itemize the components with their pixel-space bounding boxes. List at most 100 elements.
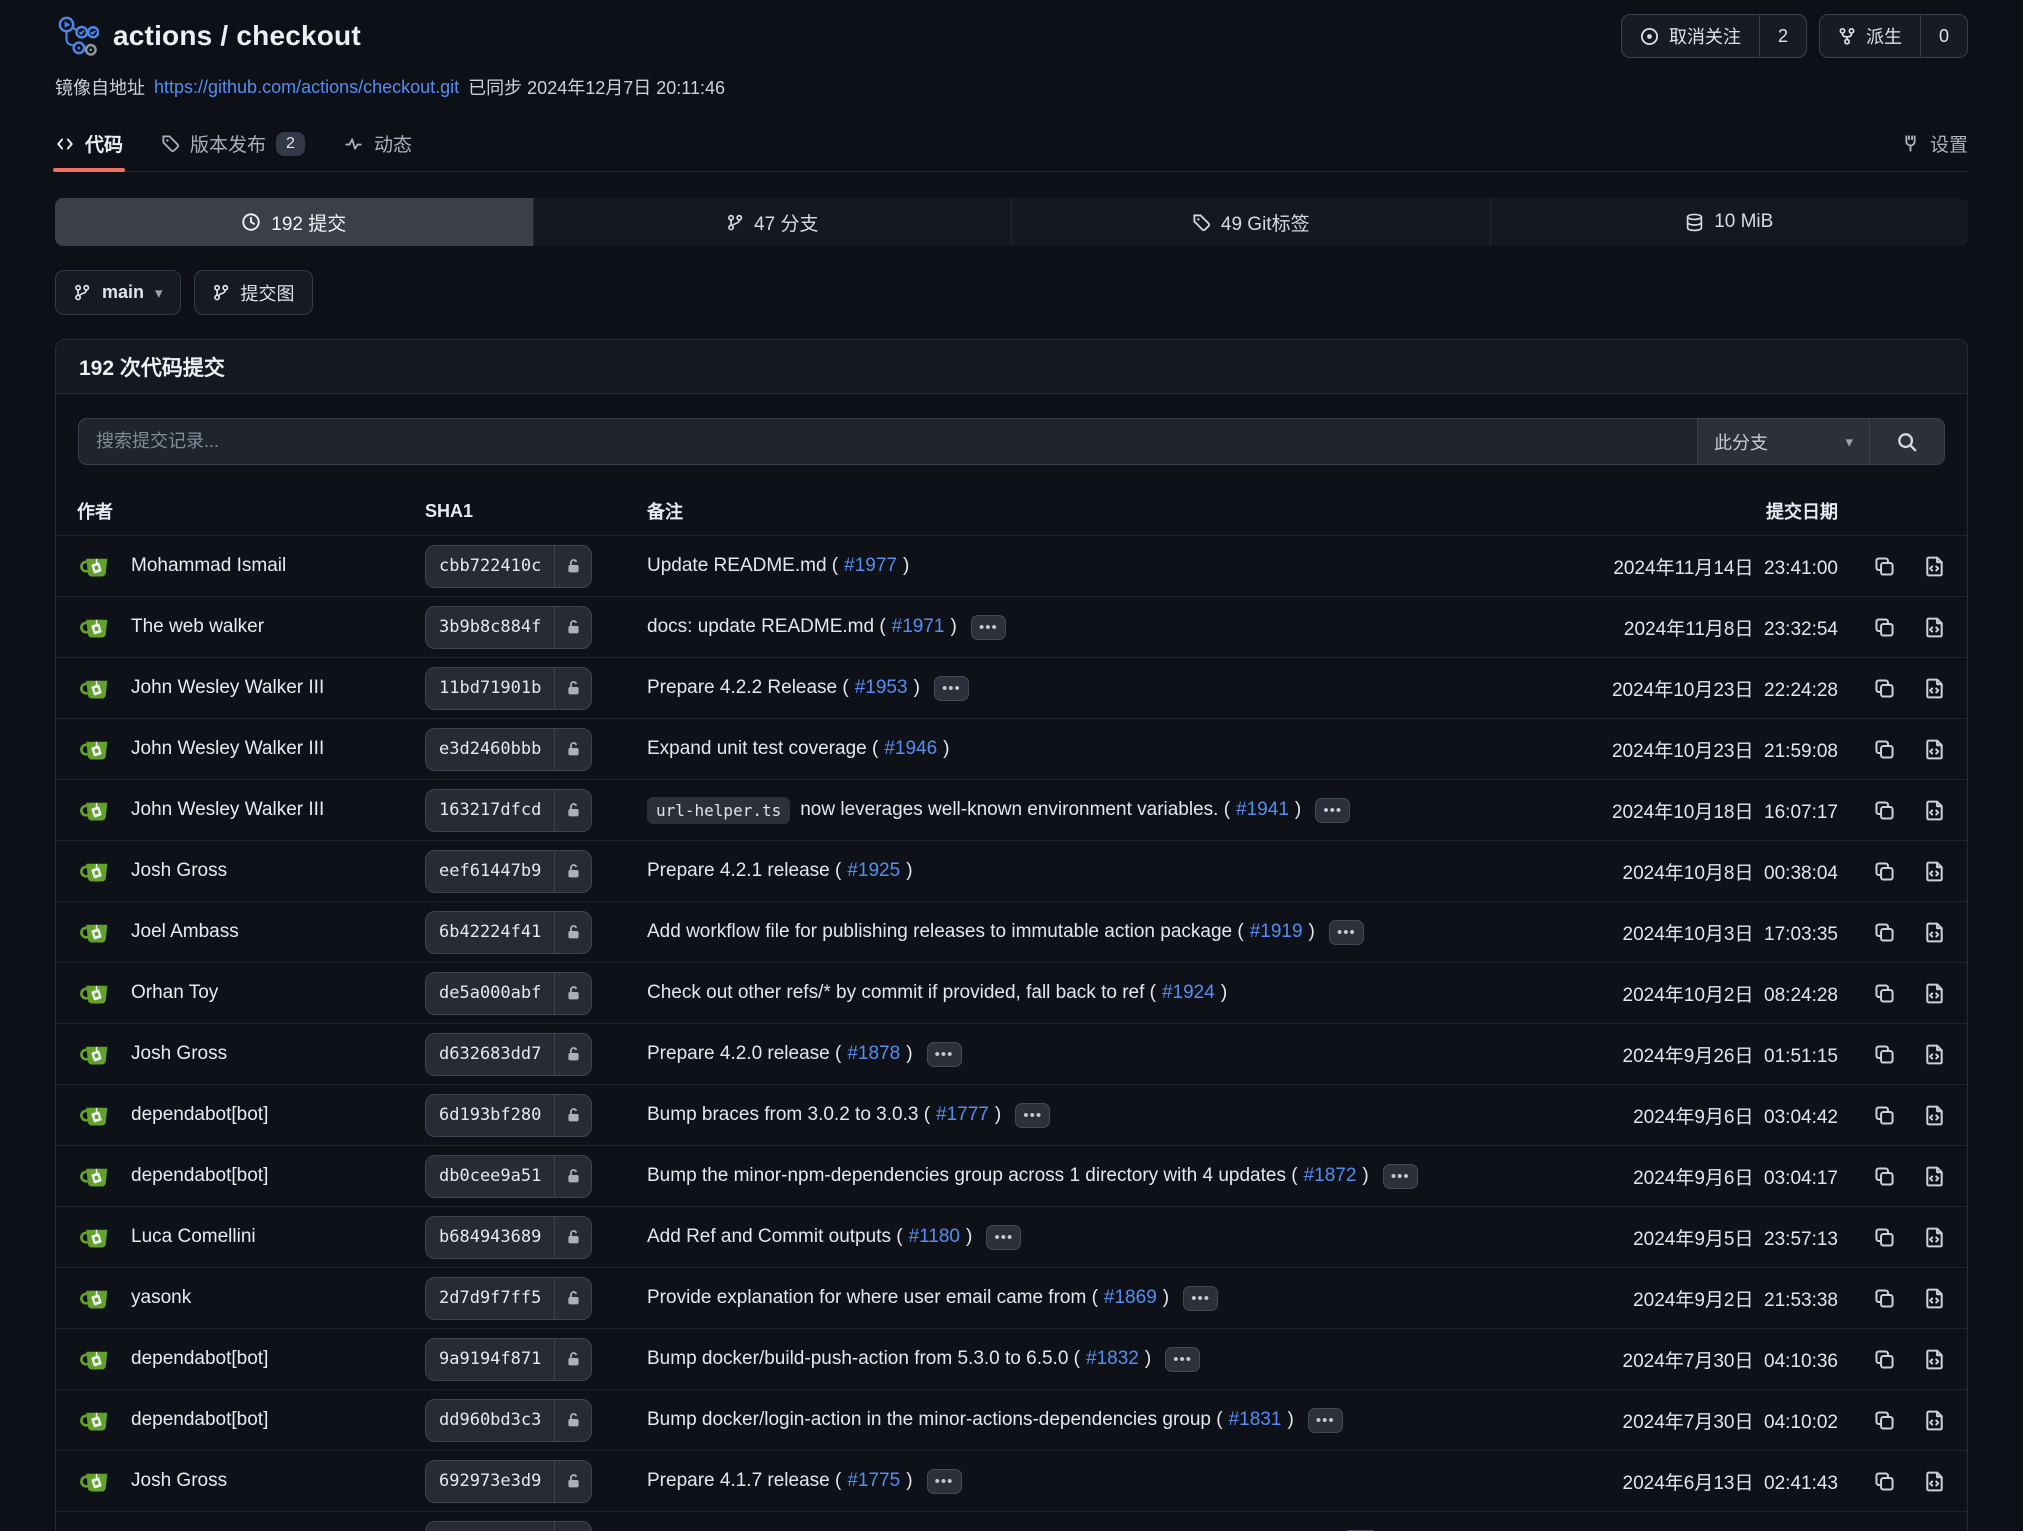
- commit-author-name[interactable]: John Wesley Walker III: [131, 677, 324, 699]
- commit-author-name[interactable]: dependabot[bot]: [131, 1348, 268, 1370]
- commit-sha-button[interactable]: cbb722410c: [425, 545, 592, 588]
- avatar[interactable]: [77, 914, 114, 951]
- commit-issue-link[interactable]: #1946: [884, 738, 937, 760]
- page-title[interactable]: actions / checkout: [113, 20, 361, 52]
- avatar[interactable]: [77, 853, 114, 890]
- copy-sha-icon[interactable]: [1873, 860, 1896, 883]
- commit-author-name[interactable]: Orhan Toy: [131, 982, 218, 1004]
- expand-message-button[interactable]: •••: [1308, 1408, 1343, 1433]
- expand-message-button[interactable]: •••: [1383, 1164, 1418, 1189]
- copy-sha-icon[interactable]: [1873, 1409, 1896, 1432]
- avatar[interactable]: [77, 1524, 114, 1531]
- commit-graph-button[interactable]: 提交图: [194, 270, 313, 315]
- commit-author-name[interactable]: Luca Comellini: [131, 1226, 256, 1248]
- browse-source-icon[interactable]: [1923, 738, 1946, 761]
- expand-message-button[interactable]: •••: [1183, 1286, 1218, 1311]
- expand-message-button[interactable]: •••: [971, 615, 1006, 640]
- branch-filter-dropdown[interactable]: 此分支 ▾: [1697, 418, 1869, 465]
- commit-issue-link[interactable]: #1878: [847, 1043, 900, 1065]
- stat-branches[interactable]: 47 分支: [534, 198, 1013, 246]
- avatar[interactable]: [77, 1402, 114, 1439]
- commit-author-name[interactable]: The web walker: [131, 616, 264, 638]
- commit-issue-link[interactable]: #1977: [844, 555, 897, 577]
- commit-author-name[interactable]: Josh Gross: [131, 860, 227, 882]
- browse-source-icon[interactable]: [1923, 1104, 1946, 1127]
- avatar[interactable]: [77, 792, 114, 829]
- browse-source-icon[interactable]: [1923, 799, 1946, 822]
- commit-author-name[interactable]: Mohammad Ismail: [131, 555, 286, 577]
- copy-sha-icon[interactable]: [1873, 616, 1896, 639]
- branch-selector[interactable]: main ▾: [55, 270, 181, 315]
- expand-message-button[interactable]: •••: [1315, 798, 1350, 823]
- browse-source-icon[interactable]: [1923, 1287, 1946, 1310]
- commit-sha-button[interactable]: 11bd71901b: [425, 667, 592, 710]
- avatar[interactable]: [77, 1158, 114, 1195]
- copy-sha-icon[interactable]: [1873, 1348, 1896, 1371]
- commit-issue-link[interactable]: #1831: [1229, 1409, 1282, 1431]
- commit-issue-link[interactable]: #1919: [1250, 921, 1303, 943]
- commit-sha-button[interactable]: de5a000abf: [425, 972, 592, 1015]
- tab-code[interactable]: 代码: [55, 116, 123, 171]
- commit-issue-link[interactable]: #1180: [909, 1226, 960, 1248]
- expand-message-button[interactable]: •••: [927, 1042, 962, 1067]
- commit-issue-link[interactable]: #1925: [847, 860, 900, 882]
- commit-author-name[interactable]: John Wesley Walker III: [131, 738, 324, 760]
- expand-message-button[interactable]: •••: [934, 676, 969, 701]
- commit-issue-link[interactable]: #1953: [855, 677, 908, 699]
- copy-sha-icon[interactable]: [1873, 677, 1896, 700]
- commit-author-name[interactable]: Josh Gross: [131, 1470, 227, 1492]
- avatar[interactable]: [77, 1280, 114, 1317]
- tab-activity[interactable]: 动态: [343, 116, 412, 171]
- avatar[interactable]: [77, 548, 114, 585]
- commit-sha-button[interactable]: 6d193bf280: [425, 1094, 592, 1137]
- expand-message-button[interactable]: •••: [927, 1469, 962, 1494]
- copy-sha-icon[interactable]: [1873, 799, 1896, 822]
- commit-issue-link[interactable]: #1941: [1236, 799, 1289, 821]
- browse-source-icon[interactable]: [1923, 616, 1946, 639]
- browse-source-icon[interactable]: [1923, 1409, 1946, 1432]
- copy-sha-icon[interactable]: [1873, 921, 1896, 944]
- stat-tags[interactable]: 49 Git标签: [1012, 198, 1491, 246]
- browse-source-icon[interactable]: [1923, 1226, 1946, 1249]
- commit-author-name[interactable]: Josh Gross: [131, 1043, 227, 1065]
- copy-sha-icon[interactable]: [1873, 738, 1896, 761]
- avatar[interactable]: [77, 1219, 114, 1256]
- commit-author-name[interactable]: yasonk: [131, 1287, 191, 1309]
- commit-sha-button[interactable]: 9a9194f871: [425, 1338, 592, 1381]
- watch-count[interactable]: 2: [1759, 15, 1806, 57]
- avatar[interactable]: [77, 1097, 114, 1134]
- copy-sha-icon[interactable]: [1873, 1470, 1896, 1493]
- commit-sha-button[interactable]: e3d2460bbb: [425, 728, 592, 771]
- commit-sha-button[interactable]: dd960bd3c3: [425, 1399, 592, 1442]
- copy-sha-icon[interactable]: [1873, 1165, 1896, 1188]
- avatar[interactable]: [77, 975, 114, 1012]
- commit-sha-button[interactable]: 3b9b8c884f: [425, 606, 592, 649]
- commit-sha-button[interactable]: 6b42224f41: [425, 911, 592, 954]
- stat-commits[interactable]: 192 提交: [55, 198, 534, 246]
- avatar[interactable]: [77, 670, 114, 707]
- commit-sha-button[interactable]: db0cee9a51: [425, 1155, 592, 1198]
- browse-source-icon[interactable]: [1923, 1165, 1946, 1188]
- commit-sha-button[interactable]: 163217dfcd: [425, 789, 592, 832]
- commit-sha-button[interactable]: d632683dd7: [425, 1033, 592, 1076]
- commit-issue-link[interactable]: #1775: [847, 1470, 900, 1492]
- browse-source-icon[interactable]: [1923, 1470, 1946, 1493]
- browse-source-icon[interactable]: [1923, 921, 1946, 944]
- commit-issue-link[interactable]: #1869: [1104, 1287, 1157, 1309]
- copy-sha-icon[interactable]: [1873, 1104, 1896, 1127]
- stat-size[interactable]: 10 MiB: [1491, 198, 1969, 246]
- expand-message-button[interactable]: •••: [1329, 920, 1364, 945]
- commit-author-name[interactable]: dependabot[bot]: [131, 1165, 268, 1187]
- copy-sha-icon[interactable]: [1873, 1226, 1896, 1249]
- commit-issue-link[interactable]: #1872: [1304, 1165, 1357, 1187]
- avatar[interactable]: [77, 609, 114, 646]
- mirror-url-link[interactable]: https://github.com/actions/checkout.git: [154, 77, 459, 98]
- fork-button[interactable]: 派生 0: [1819, 14, 1968, 58]
- commit-sha-button[interactable]: 692973e3d9: [425, 1460, 592, 1503]
- commit-author-name[interactable]: John Wesley Walker III: [131, 799, 324, 821]
- commit-author-name[interactable]: dependabot[bot]: [131, 1104, 268, 1126]
- commit-sha-button[interactable]: 6ccd57f4c5: [425, 1521, 592, 1531]
- copy-sha-icon[interactable]: [1873, 1043, 1896, 1066]
- commit-sha-button[interactable]: eef61447b9: [425, 850, 592, 893]
- commit-sha-button[interactable]: b684943689: [425, 1216, 592, 1259]
